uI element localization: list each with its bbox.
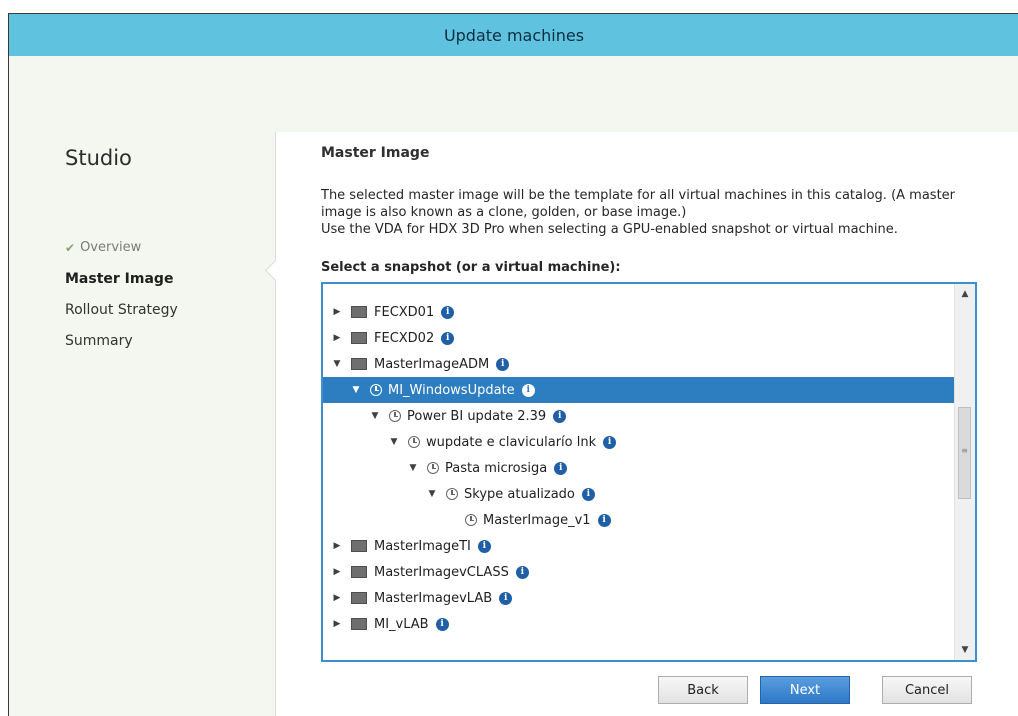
tree-item[interactable]: ▼ Power BI update 2.39 i [323, 403, 954, 429]
step-overview[interactable]: ✔ Overview [65, 232, 265, 263]
scroll-down-arrow-icon[interactable]: ▼ [955, 642, 975, 658]
info-icon[interactable]: i [597, 513, 611, 527]
tree-item[interactable]: ▼ Skype atualizado i [323, 481, 954, 507]
tree-item-label: MasterImageTI [374, 538, 471, 554]
description-line-1: The selected master image will be the te… [321, 188, 956, 220]
virtual-machine-icon [351, 566, 367, 578]
expand-arrow-icon[interactable]: ▶ [331, 593, 343, 603]
info-icon[interactable]: i [554, 461, 568, 475]
tree-item[interactable]: MasterImage_v1 i [323, 507, 954, 533]
update-machines-window: Update machines Studio ✔ Overview Master… [8, 13, 1018, 716]
next-button[interactable]: Next [760, 676, 850, 704]
window-title: Update machines [443, 25, 585, 45]
cancel-button[interactable]: Cancel [882, 676, 972, 704]
info-icon[interactable]: i [515, 565, 529, 579]
virtual-machine-icon [351, 540, 367, 552]
tree-item-label: Power BI update 2.39 [407, 408, 547, 424]
tree-item-label: MasterImage_v1 [483, 512, 591, 528]
virtual-machine-icon [351, 592, 367, 604]
step-label: Overview [80, 240, 142, 255]
tree-item-label: Pasta microsiga [445, 460, 548, 476]
tree-item[interactable]: ▶ MasterImagevCLASS i [323, 559, 954, 585]
expand-arrow-icon[interactable]: ▶ [331, 619, 343, 629]
snapshot-clock-icon [389, 410, 401, 422]
step-label: Summary [65, 332, 133, 349]
step-rollout-strategy[interactable]: Rollout Strategy [65, 294, 265, 325]
tree-item[interactable]: ▶ MasterImagevLAB i [323, 585, 954, 611]
expand-arrow-icon[interactable]: ▶ [331, 333, 343, 343]
tree-item[interactable]: ▶ MI_vLAB i [323, 611, 954, 637]
back-button[interactable]: Back [658, 676, 748, 704]
snapshot-clock-icon [370, 384, 382, 396]
tree-item-label: FECXD02 [374, 330, 435, 346]
snapshot-tree[interactable]: ▶ FECXD01 i ▶ FECXD02 i ▼ MasterImageADM i ▼ MI_Wi… [321, 282, 977, 662]
collapse-arrow-icon[interactable]: ▼ [426, 489, 438, 499]
info-icon[interactable]: i [496, 357, 510, 371]
step-master-image[interactable]: Master Image [65, 263, 265, 294]
virtual-machine-icon [351, 332, 367, 344]
collapse-arrow-icon[interactable]: ▼ [350, 385, 362, 395]
tree-item[interactable]: ▼ wupdate e clavicularío lnk i [323, 429, 954, 455]
info-icon[interactable]: i [441, 331, 455, 345]
snapshot-clock-icon [408, 436, 420, 448]
tree-item-label: MI_WindowsUpdate [388, 382, 515, 398]
tree-item[interactable]: ▶ FECXD02 i [323, 325, 954, 351]
description-line-2: Use the VDA for HDX 3D Pro when selectin… [321, 222, 898, 237]
snapshot-clock-icon [446, 488, 458, 500]
check-icon: ✔ [65, 240, 76, 255]
expand-arrow-icon[interactable]: ▶ [331, 307, 343, 317]
sidebar: Studio ✔ Overview Master Image Rollout S… [9, 132, 276, 716]
wizard-steps: ✔ Overview Master Image Rollout Strategy… [65, 232, 265, 356]
snapshot-clock-icon [427, 462, 439, 474]
info-icon[interactable]: i [477, 539, 491, 553]
tree-item-label: wupdate e clavicularío lnk [426, 434, 597, 450]
scroll-up-arrow-icon[interactable]: ▲ [955, 286, 975, 302]
tree-item-label: MI_vLAB [374, 616, 429, 632]
header-band [9, 56, 1018, 132]
tree-item-label: MasterImagevLAB [374, 590, 493, 606]
info-icon[interactable]: i [441, 305, 455, 319]
info-icon[interactable]: i [603, 435, 617, 449]
scrollbar-thumb[interactable]: ≡ [958, 407, 971, 499]
select-snapshot-label: Select a snapshot (or a virtual machine)… [321, 260, 621, 275]
collapse-arrow-icon[interactable]: ▼ [369, 411, 381, 421]
expand-arrow-icon[interactable]: ▶ [331, 541, 343, 551]
collapse-arrow-icon[interactable]: ▼ [388, 437, 400, 447]
tree-item-label: Skype atualizado [464, 486, 575, 502]
expand-arrow-icon[interactable]: ▶ [331, 567, 343, 577]
vertical-scrollbar[interactable]: ▲ ≡ ▼ [954, 284, 975, 660]
step-summary[interactable]: Summary [65, 325, 265, 356]
info-icon[interactable]: i [553, 409, 567, 423]
collapse-arrow-icon[interactable]: ▼ [331, 359, 343, 369]
tree-item[interactable]: ▼ MI_WindowsUpdate i [323, 377, 954, 403]
info-icon[interactable]: i [581, 487, 595, 501]
collapse-arrow-icon[interactable]: ▼ [407, 463, 419, 473]
info-icon[interactable]: i [499, 591, 513, 605]
main-panel: Master Image The selected master image w… [321, 132, 1018, 716]
info-icon[interactable]: i [521, 383, 535, 397]
tree-item[interactable]: ▼ Pasta microsiga i [323, 455, 954, 481]
tree-item-label: MasterImageADM [374, 356, 490, 372]
virtual-machine-icon [351, 358, 367, 370]
info-icon[interactable]: i [435, 617, 449, 631]
tree-item[interactable]: ▶ FECXD01 i [323, 299, 954, 325]
virtual-machine-icon [351, 306, 367, 318]
grip-icon: ≡ [961, 446, 968, 455]
step-label: Rollout Strategy [65, 301, 178, 318]
description: The selected master image will be the te… [321, 187, 981, 238]
tree-item[interactable]: ▶ MasterImageTI i [323, 533, 954, 559]
app-name: Studio [65, 146, 132, 170]
tree-item-label: FECXD01 [374, 304, 435, 320]
title-bar: Update machines [9, 14, 1018, 56]
virtual-machine-icon [351, 618, 367, 630]
tree-item-label: MasterImagevCLASS [374, 564, 509, 580]
step-label: Master Image [65, 270, 174, 287]
page-title: Master Image [321, 145, 430, 161]
tree-item[interactable]: ▼ MasterImageADM i [323, 351, 954, 377]
snapshot-clock-icon [465, 514, 477, 526]
